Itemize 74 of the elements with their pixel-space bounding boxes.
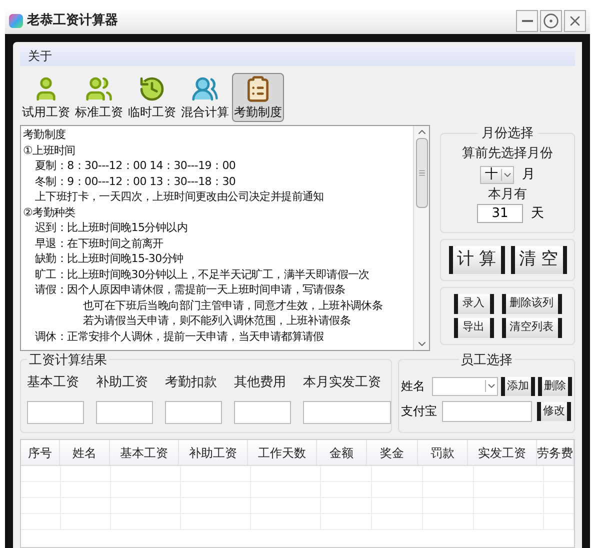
app-logo-icon	[9, 14, 23, 28]
delete-button[interactable]: 删除	[538, 376, 572, 396]
month-unit: 月	[522, 166, 535, 184]
column-header[interactable]: 补助工资	[178, 440, 248, 465]
scroll-thumb[interactable]	[416, 138, 428, 208]
add-button[interactable]: 添加	[501, 376, 535, 396]
minimize-button[interactable]	[516, 10, 538, 32]
toolbar-button[interactable]: 临时工资	[126, 73, 178, 122]
column-header[interactable]: 工作天数	[248, 440, 317, 465]
result-field[interactable]	[165, 401, 222, 424]
name-select[interactable]	[432, 376, 498, 396]
menu-item[interactable]: 关于	[28, 47, 52, 65]
result-label: 基本工资	[27, 374, 80, 392]
rules-text-area[interactable]	[20, 125, 430, 351]
result-field[interactable]	[234, 401, 291, 424]
month-select[interactable]: 十	[480, 166, 514, 184]
toolbar-button[interactable]: 考勤制度	[232, 73, 284, 122]
options-button[interactable]	[540, 10, 562, 32]
days-unit: 天	[531, 205, 544, 223]
close-button[interactable]	[564, 10, 586, 32]
rules-text-line: 早退：在下班时间之前离开	[34, 236, 164, 251]
result-field[interactable]	[27, 401, 84, 424]
rules-text-line: 请假：因个人原因申请休假，需提前一天上班时间申请，写请假条	[34, 282, 346, 298]
list-button[interactable]: 录入	[454, 294, 494, 314]
column-header[interactable]: 姓名	[60, 440, 110, 465]
edit-button[interactable]: 修改	[537, 402, 571, 420]
rules-text-line: 考勤制度	[23, 127, 67, 142]
column-header[interactable]: 金额	[316, 440, 368, 465]
people-icon	[191, 75, 219, 103]
days-label: 本月有	[488, 186, 527, 204]
month-hint: 算前先选择月份	[462, 144, 553, 162]
window-title: 老恭工资计算器	[27, 12, 118, 30]
list-button[interactable]: 删除该列	[502, 294, 562, 314]
column-header[interactable]: 实发工资	[468, 440, 537, 465]
scrollbar[interactable]	[413, 126, 429, 350]
rules-text-line: ②考勤种类	[23, 204, 76, 220]
toolbar-button[interactable]: 试用工资	[20, 73, 72, 122]
column-header[interactable]: 罚款	[418, 440, 468, 465]
group-icon	[85, 75, 113, 103]
circle-dot-icon	[543, 13, 559, 29]
calc-button[interactable]: 清 空	[510, 246, 566, 274]
result-label: 补助工资	[96, 374, 149, 392]
rules-text-line: 若为请假当天申请，则不能列入调休范围，上班补请假条	[82, 313, 352, 328]
alipay-field[interactable]	[442, 400, 532, 422]
result-field[interactable]	[303, 401, 391, 424]
calc-button[interactable]: 计 算	[448, 246, 504, 274]
days-field[interactable]: 31	[477, 204, 523, 224]
rules-text-line: 迟到：比上班时间晚15分钟以内	[34, 220, 188, 236]
dropdown-icon	[485, 380, 497, 392]
rules-text-line: 旷工：比上班时间晚30分钟以上，不足半天记旷工，满半天即请假一次	[34, 266, 370, 282]
column-header[interactable]: 劳务费	[536, 440, 574, 465]
rules-text-line: 也可在下班后当晚向部门主管申请，同意才生效，上班补调休条	[82, 298, 384, 313]
rules-text-line: ①上班时间	[23, 142, 76, 158]
toolbar-button[interactable]: 标准工资	[73, 73, 125, 122]
column-header[interactable]: 奖金	[367, 440, 418, 465]
rules-text-line: 冬制：9：00---12：00 13：30---18：30	[34, 174, 237, 189]
rules-text-line: 夏制：8：30---12：00 14：30---19：00	[34, 158, 237, 174]
rules-text-line: 上下班打卡，一天四次，上班时间更改由公司决定并提前通知	[34, 189, 325, 204]
list-button[interactable]: 导出	[454, 318, 494, 338]
result-label: 其他费用	[234, 374, 287, 392]
rules-text-line: 调休：正常安排个人调休，提前一天申请，当天申请都算请假	[34, 328, 325, 344]
rules-text-line: 缺勤：比上班时间晚15-30分钟	[34, 251, 184, 266]
minimize-icon	[522, 20, 532, 22]
result-field[interactable]	[96, 401, 153, 424]
column-header[interactable]: 序号	[21, 440, 60, 465]
toolbar-button[interactable]: 混合计算	[179, 73, 231, 122]
result-label: 本月实发工资	[303, 374, 382, 392]
list-button[interactable]: 清空列表	[502, 318, 562, 338]
column-header[interactable]: 基本工资	[110, 440, 179, 465]
clock-icon	[138, 75, 166, 103]
name-label: 姓名	[401, 378, 426, 395]
result-label: 考勤扣款	[165, 374, 218, 392]
alipay-label: 支付宝	[401, 403, 438, 420]
dropdown-icon	[501, 168, 513, 181]
